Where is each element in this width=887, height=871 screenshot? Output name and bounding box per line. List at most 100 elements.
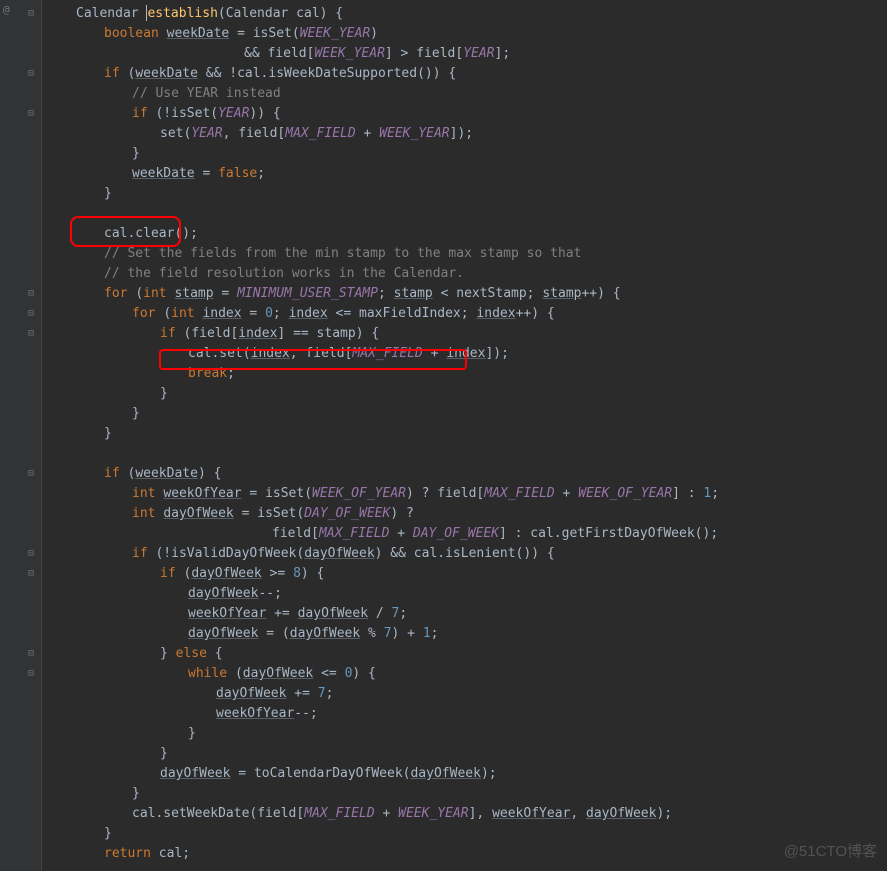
code-line[interactable]	[48, 444, 887, 464]
code-token: field	[191, 326, 230, 341]
code-token: }	[160, 646, 176, 661]
code-token: ) {	[198, 466, 221, 481]
code-line[interactable]: }	[48, 184, 887, 204]
code-line[interactable]: if (!isValidDayOfWeek(dayOfWeek) && cal.…	[48, 544, 887, 564]
code-token: dayOfWeek	[304, 546, 374, 561]
code-token: }	[104, 826, 112, 841]
code-token: weekDate	[135, 66, 198, 81]
code-token: isValidDayOfWeek	[171, 546, 296, 561]
code-line[interactable]: weekOfYear += dayOfWeek / 7;	[48, 604, 887, 624]
code-token: =	[230, 766, 253, 781]
code-editor-area[interactable]: Calendar establish(Calendar cal) {boolea…	[42, 0, 887, 871]
code-token: +	[389, 526, 412, 541]
code-line[interactable]: }	[48, 384, 887, 404]
editor-gutter: @ ⊟ ⊟ ⊟ ⊟ ⊟ ⊟ ⊟ ⊟ ⊟ ⊟ ⊟	[0, 0, 42, 871]
code-token: ,	[223, 126, 239, 141]
code-token: dayOfWeek	[191, 566, 261, 581]
code-line[interactable]: if (weekDate && !cal.isWeekDateSupported…	[48, 64, 887, 84]
fold-toggle-icon[interactable]: ⊟	[28, 308, 38, 318]
code-line[interactable]: }	[48, 424, 887, 444]
code-line[interactable]: // Use YEAR instead	[48, 84, 887, 104]
code-token: }	[160, 386, 168, 401]
code-token: MAX_FIELD	[304, 806, 374, 821]
code-token: toCalendarDayOfWeek	[254, 766, 403, 781]
code-token: %	[360, 626, 383, 641]
fold-toggle-icon[interactable]: ⊟	[28, 328, 38, 338]
code-line[interactable]: cal.setWeekDate(field[MAX_FIELD + WEEK_Y…	[48, 804, 887, 824]
code-line[interactable]: field[MAX_FIELD + DAY_OF_WEEK] : cal.get…	[48, 524, 887, 544]
code-line[interactable]	[48, 204, 887, 224]
code-token: dayOfWeek	[160, 766, 230, 781]
code-line[interactable]: weekDate = false;	[48, 164, 887, 184]
code-token: YEAR	[463, 46, 494, 61]
fold-toggle-icon[interactable]: ⊟	[28, 548, 38, 558]
code-line[interactable]: cal.clear();	[48, 224, 887, 244]
code-line[interactable]: if (field[index] == stamp) {	[48, 324, 887, 344]
code-token: index	[251, 346, 290, 361]
code-token: weekOfYear	[492, 806, 570, 821]
code-token: ++) {	[516, 306, 555, 321]
override-marker-icon[interactable]: @	[3, 3, 10, 16]
code-line[interactable]: }	[48, 744, 887, 764]
fold-toggle-icon[interactable]: ⊟	[28, 668, 38, 678]
code-token: MAX_FIELD	[319, 526, 389, 541]
code-line[interactable]: weekOfYear--;	[48, 704, 887, 724]
code-line[interactable]: dayOfWeek--;	[48, 584, 887, 604]
code-token: --;	[294, 706, 317, 721]
fold-toggle-icon[interactable]: ⊟	[28, 108, 38, 118]
code-token: ;	[257, 166, 265, 181]
code-line[interactable]: int weekOfYear = isSet(WEEK_OF_YEAR) ? f…	[48, 484, 887, 504]
code-line[interactable]: for (int stamp = MINIMUM_USER_STAMP; sta…	[48, 284, 887, 304]
code-token: int	[132, 486, 163, 501]
code-token: }	[132, 406, 140, 421]
code-token: dayOfWeek	[163, 506, 233, 521]
code-token: ;	[326, 686, 334, 701]
code-token: 1	[423, 626, 431, 641]
code-line[interactable]: cal.set(index, field[MAX_FIELD + index])…	[48, 344, 887, 364]
code-line[interactable]: if (!isSet(YEAR)) {	[48, 104, 887, 124]
code-line[interactable]: }	[48, 404, 887, 424]
code-line[interactable]: set(YEAR, field[MAX_FIELD + WEEK_YEAR]);	[48, 124, 887, 144]
code-line[interactable]: boolean weekDate = isSet(WEEK_YEAR)	[48, 24, 887, 44]
code-line[interactable]: break;	[48, 364, 887, 384]
code-line[interactable]: }	[48, 784, 887, 804]
code-token: {	[215, 646, 223, 661]
code-token: if	[104, 466, 127, 481]
code-line[interactable]: dayOfWeek += 7;	[48, 684, 887, 704]
code-token: WEEK_YEAR	[379, 126, 449, 141]
code-line[interactable]: // Set the fields from the min stamp to …	[48, 244, 887, 264]
code-line[interactable]: if (weekDate) {	[48, 464, 887, 484]
code-line[interactable]: if (dayOfWeek >= 8) {	[48, 564, 887, 584]
fold-toggle-icon[interactable]: ⊟	[28, 648, 38, 658]
code-line[interactable]: int dayOfWeek = isSet(DAY_OF_WEEK) ?	[48, 504, 887, 524]
fold-toggle-icon[interactable]: ⊟	[28, 568, 38, 578]
code-token: int	[132, 506, 163, 521]
code-token: while	[188, 666, 235, 681]
code-token: DAY_OF_WEEK	[304, 506, 390, 521]
code-line[interactable]: }	[48, 144, 887, 164]
fold-toggle-icon[interactable]: ⊟	[28, 288, 38, 298]
code-line[interactable]: }	[48, 824, 887, 844]
code-token: MAX_FIELD	[352, 346, 422, 361]
code-line[interactable]: && field[WEEK_YEAR] > field[YEAR];	[48, 44, 887, 64]
code-line[interactable]: Calendar establish(Calendar cal) {	[48, 4, 887, 24]
code-token: ;	[711, 486, 719, 501]
code-line[interactable]: } else {	[48, 644, 887, 664]
code-line[interactable]: while (dayOfWeek <= 0) {	[48, 664, 887, 684]
code-line[interactable]: dayOfWeek = (dayOfWeek % 7) + 1;	[48, 624, 887, 644]
fold-toggle-icon[interactable]: ⊟	[28, 68, 38, 78]
code-line[interactable]: return cal;	[48, 844, 887, 864]
code-token: MINIMUM_USER_STAMP	[237, 286, 378, 301]
code-token: dayOfWeek	[188, 626, 258, 641]
code-line[interactable]: // the field resolution works in the Cal…	[48, 264, 887, 284]
text-cursor	[146, 5, 147, 21]
code-line[interactable]: }	[48, 724, 887, 744]
code-token: field	[272, 526, 311, 541]
code-token: }	[104, 426, 112, 441]
fold-toggle-icon[interactable]: ⊟	[28, 468, 38, 478]
code-token: /	[368, 606, 391, 621]
fold-toggle-icon[interactable]: ⊟	[28, 8, 38, 18]
code-token: ],	[469, 806, 492, 821]
code-line[interactable]: dayOfWeek = toCalendarDayOfWeek(dayOfWee…	[48, 764, 887, 784]
code-line[interactable]: for (int index = 0; index <= maxFieldInd…	[48, 304, 887, 324]
